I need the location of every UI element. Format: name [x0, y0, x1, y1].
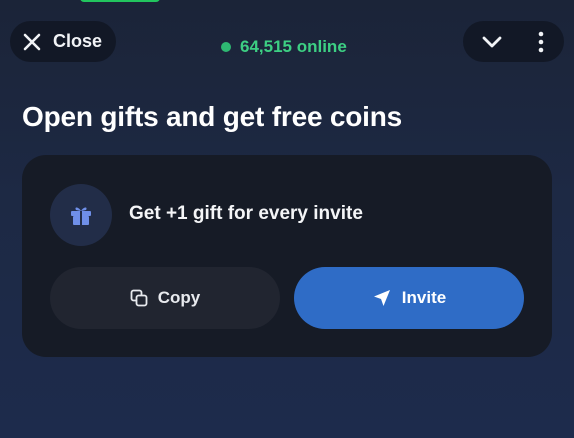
- online-dot: [221, 42, 231, 52]
- gift-badge: [50, 184, 112, 246]
- chevron-down-icon[interactable]: [480, 31, 504, 53]
- more-vertical-icon[interactable]: [531, 30, 551, 54]
- top-indicator: [80, 0, 160, 2]
- gift-icon: [71, 207, 91, 225]
- invite-button[interactable]: Invite: [294, 267, 524, 329]
- page-title: Open gifts and get free coins: [22, 101, 403, 132]
- close-button[interactable]: Close: [10, 21, 116, 62]
- close-icon: [23, 33, 41, 50]
- online-status: 64,515 online: [221, 37, 347, 57]
- invite-label: Invite: [401, 288, 447, 307]
- send-icon: [373, 290, 390, 306]
- copy-label: Copy: [157, 288, 201, 307]
- gift-description: Get +1 gift for every invite: [129, 203, 363, 224]
- copy-icon: [130, 289, 148, 307]
- close-label: Close: [53, 31, 103, 51]
- copy-button[interactable]: Copy: [50, 267, 280, 329]
- online-count: 64,515 online: [240, 37, 347, 56]
- header-actions: [463, 21, 564, 62]
